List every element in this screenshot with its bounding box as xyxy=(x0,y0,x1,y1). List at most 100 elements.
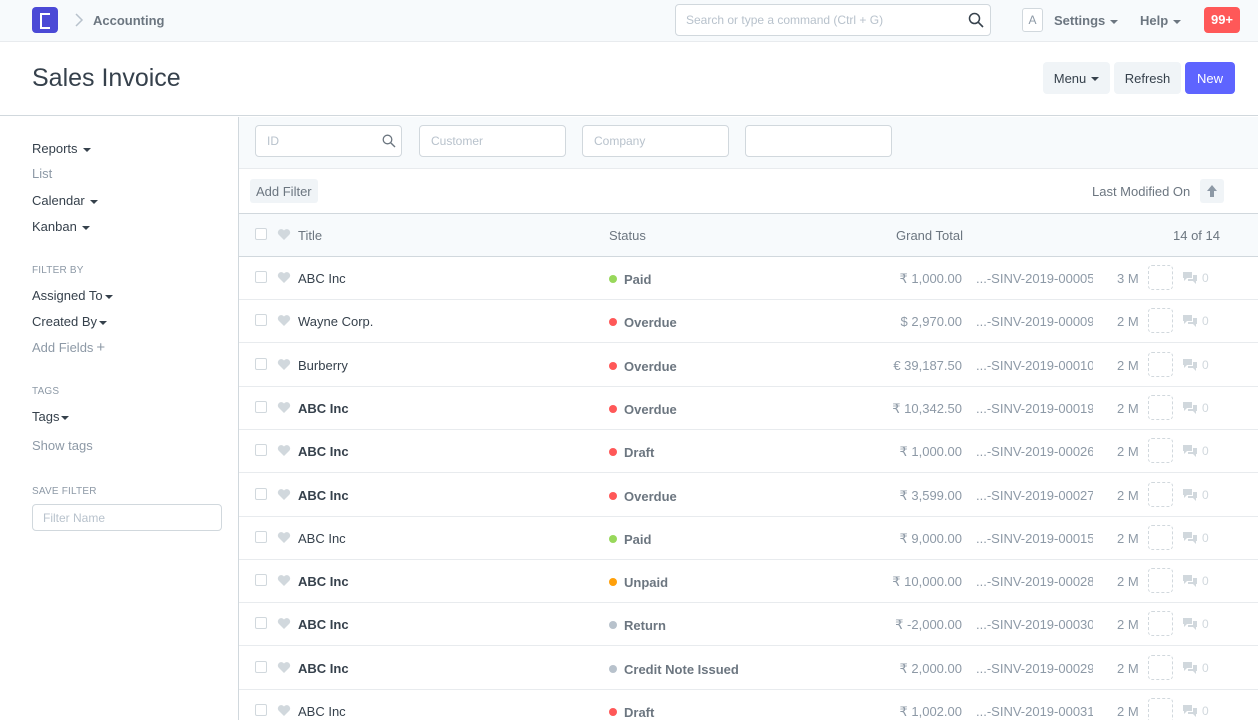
select-all-checkbox[interactable] xyxy=(255,228,267,240)
row-checkbox[interactable] xyxy=(255,487,267,500)
status-indicator xyxy=(609,664,617,673)
invoice-name: ...-SINV-2019-00028 xyxy=(976,574,1093,590)
heart-icon[interactable] xyxy=(277,661,291,674)
sidebar-item-list[interactable]: List xyxy=(32,166,52,181)
assign-placeholder[interactable] xyxy=(1148,698,1173,720)
table-row[interactable]: Wayne Corp. Overdue $ 2,970.00 ...-SINV-201… xyxy=(239,300,1258,344)
filter-name-input[interactable] xyxy=(32,504,222,531)
settings-dropdown[interactable]: Settings xyxy=(1054,13,1119,28)
invoice-name: ...-SINV-2019-00009 xyxy=(976,314,1093,330)
assign-placeholder[interactable] xyxy=(1148,265,1173,290)
row-checkbox[interactable] xyxy=(255,660,267,673)
sort-order-button[interactable] xyxy=(1200,179,1224,203)
comment-count: 0 xyxy=(1202,704,1209,718)
assign-placeholder[interactable] xyxy=(1148,481,1173,507)
extra-filter-input[interactable] xyxy=(745,125,892,157)
row-title[interactable]: ABC Inc xyxy=(298,531,346,546)
assign-placeholder[interactable] xyxy=(1148,568,1173,594)
new-button[interactable]: New xyxy=(1185,62,1235,94)
invoice-name: ...-SINV-2019-00027 xyxy=(976,487,1093,503)
row-checkbox[interactable] xyxy=(255,704,267,716)
row-title[interactable]: ABC Inc xyxy=(298,271,346,286)
app-logo-icon[interactable] xyxy=(32,7,58,33)
refresh-button[interactable]: Refresh xyxy=(1114,62,1181,94)
heart-icon[interactable] xyxy=(277,574,291,587)
table-row[interactable]: ABC Inc Overdue ₹ 3,599.00 ...-SINV-2019-00… xyxy=(239,473,1258,517)
row-title[interactable]: ABC Inc xyxy=(298,661,349,676)
row-title[interactable]: ABC Inc xyxy=(298,488,349,503)
row-checkbox[interactable] xyxy=(255,617,267,630)
assign-placeholder[interactable] xyxy=(1148,351,1173,377)
row-checkbox[interactable] xyxy=(255,271,267,283)
assign-placeholder[interactable] xyxy=(1148,611,1173,637)
search-input[interactable] xyxy=(675,4,991,36)
heart-icon[interactable] xyxy=(277,704,291,717)
heart-icon[interactable] xyxy=(277,358,291,371)
breadcrumb-accounting[interactable]: Accounting xyxy=(93,13,165,28)
row-title[interactable]: Burberry xyxy=(298,358,348,373)
sidebar-item-assigned-to[interactable]: Assigned To xyxy=(32,288,113,303)
row-title[interactable]: Wayne Corp. xyxy=(298,314,373,329)
sidebar-item-calendar[interactable]: Calendar xyxy=(32,193,98,208)
assign-placeholder[interactable] xyxy=(1148,394,1173,420)
modified-time: 3 M xyxy=(1117,271,1139,286)
sidebar-item-reports[interactable]: Reports xyxy=(32,141,91,156)
table-row[interactable]: ABC Inc Overdue ₹ 10,342.50 ...-SINV-2019-0… xyxy=(239,386,1258,430)
row-checkbox[interactable] xyxy=(255,530,267,543)
avatar[interactable]: A xyxy=(1022,8,1043,32)
heart-icon[interactable] xyxy=(277,617,291,630)
id-filter-input[interactable] xyxy=(255,125,402,157)
table-row[interactable]: ABC Inc Paid ₹ 9,000.00 ...-SINV-2019-00015… xyxy=(239,516,1258,560)
notifications-badge[interactable]: 99+ xyxy=(1204,7,1240,33)
table-row[interactable]: ABC Inc Draft ₹ 1,000.00 ...-SINV-2019-0002… xyxy=(239,430,1258,474)
heart-icon[interactable] xyxy=(277,401,291,414)
table-row[interactable]: ABC Inc Draft ₹ 1,002.00 ...-SINV-2019-0003… xyxy=(239,690,1258,720)
status-indicator xyxy=(609,404,617,413)
status-indicator xyxy=(609,361,617,370)
sidebar-item-kanban[interactable]: Kanban xyxy=(32,219,90,234)
list-header: Title Status Grand Total 14 of 14 xyxy=(239,214,1258,257)
page-head: Sales Invoice Menu Refresh New xyxy=(0,42,1258,116)
customer-filter-input[interactable] xyxy=(419,125,566,157)
heart-icon[interactable] xyxy=(277,228,291,241)
company-filter-input[interactable] xyxy=(582,125,729,157)
show-tags-link[interactable]: Show tags xyxy=(32,438,93,453)
row-title[interactable]: ABC Inc xyxy=(298,704,346,719)
menu-button[interactable]: Menu xyxy=(1043,62,1110,94)
assign-placeholder[interactable] xyxy=(1148,308,1173,334)
assign-placeholder[interactable] xyxy=(1148,654,1173,680)
help-dropdown[interactable]: Help xyxy=(1140,13,1182,28)
heart-icon[interactable] xyxy=(277,488,291,501)
sidebar-item-created-by[interactable]: Created By xyxy=(32,314,108,329)
row-title[interactable]: ABC Inc xyxy=(298,401,349,416)
sort-by-selector[interactable]: Last Modified On xyxy=(1092,184,1190,199)
table-row[interactable]: ABC Inc Paid ₹ 1,000.00 ...-SINV-2019-00005… xyxy=(239,257,1258,300)
table-row[interactable]: ABC Inc Return ₹ -2,000.00 ...-SINV-2019-00… xyxy=(239,603,1258,647)
assign-placeholder[interactable] xyxy=(1148,524,1173,550)
comment-count: 0 xyxy=(1202,660,1209,675)
table-row[interactable]: ABC Inc Credit Note Issued ₹ 2,000.00 ...-S… xyxy=(239,646,1258,690)
heart-icon[interactable] xyxy=(277,271,291,284)
row-title[interactable]: ABC Inc xyxy=(298,444,349,459)
heart-icon[interactable] xyxy=(277,314,291,327)
grand-total: € 39,187.50 xyxy=(893,357,962,373)
row-checkbox[interactable] xyxy=(255,357,267,370)
row-checkbox[interactable] xyxy=(255,574,267,587)
caret-down-icon xyxy=(61,415,70,420)
row-title[interactable]: ABC Inc xyxy=(298,617,349,632)
row-checkbox[interactable] xyxy=(255,400,267,413)
table-row[interactable]: ABC Inc Unpaid ₹ 10,000.00 ...-SINV-2019-00… xyxy=(239,560,1258,604)
add-filter-button[interactable]: Add Filter xyxy=(250,179,318,203)
caret-down-icon xyxy=(104,294,113,299)
table-row[interactable]: Burberry Overdue € 39,187.50 ...-SINV-2019-… xyxy=(239,343,1258,387)
heart-icon[interactable] xyxy=(277,531,291,544)
page-title: Sales Invoice xyxy=(32,64,181,92)
add-fields-link[interactable]: Add Fields + xyxy=(32,339,105,356)
assign-placeholder[interactable] xyxy=(1148,438,1173,464)
row-checkbox[interactable] xyxy=(255,314,267,327)
row-checkbox[interactable] xyxy=(255,444,267,457)
row-title[interactable]: ABC Inc xyxy=(298,574,349,589)
search-icon[interactable] xyxy=(968,12,984,28)
sidebar-item-tags[interactable]: Tags xyxy=(32,409,70,424)
heart-icon[interactable] xyxy=(277,444,291,457)
